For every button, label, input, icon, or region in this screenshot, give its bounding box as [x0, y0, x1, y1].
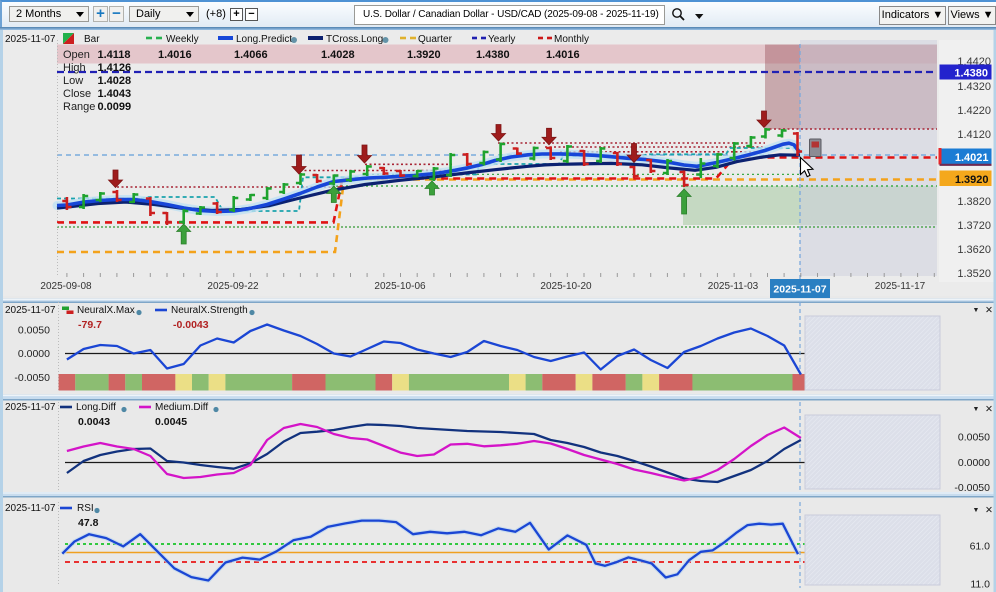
svg-text:2025-11-07: 2025-11-07	[5, 305, 56, 316]
svg-text:1.4016: 1.4016	[546, 49, 580, 61]
svg-text:NeuralX.Max: NeuralX.Max	[77, 305, 135, 316]
svg-text:0.0050: 0.0050	[958, 432, 990, 444]
svg-text:2025-11-07: 2025-11-07	[773, 284, 826, 296]
svg-text:0.0099: 0.0099	[98, 101, 132, 113]
svg-text:Close: Close	[63, 88, 91, 100]
svg-text:1.3820: 1.3820	[957, 196, 991, 208]
svg-text:2025-10-20: 2025-10-20	[540, 281, 592, 292]
svg-text:1.3620: 1.3620	[957, 244, 991, 256]
svg-text:Open: Open	[63, 49, 90, 61]
svg-text:Monthly: Monthly	[554, 34, 589, 45]
svg-text:2025-09-22: 2025-09-22	[207, 281, 259, 292]
svg-text:2025-11-07: 2025-11-07	[5, 34, 56, 45]
svg-text:TCross.Long: TCross.Long	[326, 34, 383, 45]
svg-text:1.3720: 1.3720	[957, 220, 991, 232]
svg-text:Bar: Bar	[84, 34, 100, 45]
svg-text:0.0000: 0.0000	[958, 457, 990, 469]
svg-text:11.0: 11.0	[970, 579, 990, 591]
svg-text:2025-11-07: 2025-11-07	[5, 503, 56, 514]
svg-text:0.0043: 0.0043	[78, 416, 110, 428]
svg-text:✕: ✕	[985, 305, 993, 316]
svg-text:Long.Diff: Long.Diff	[76, 402, 116, 413]
svg-text:-0.0050: -0.0050	[954, 482, 990, 494]
svg-text:Quarter: Quarter	[418, 34, 453, 45]
svg-text:▼: ▼	[973, 307, 980, 314]
svg-text:1.4021: 1.4021	[955, 152, 989, 164]
svg-text:1.4028: 1.4028	[98, 75, 132, 87]
svg-text:Weekly: Weekly	[166, 34, 199, 45]
svg-text:2025-11-07: 2025-11-07	[5, 402, 56, 413]
svg-text:1.4016: 1.4016	[158, 49, 192, 61]
svg-text:2025-10-06: 2025-10-06	[374, 281, 426, 292]
svg-text:Low: Low	[63, 75, 83, 87]
svg-text:1.4120: 1.4120	[957, 129, 991, 141]
svg-text:2025-09-08: 2025-09-08	[40, 281, 92, 292]
svg-text:-0.0043: -0.0043	[173, 319, 209, 331]
svg-text:✕: ✕	[985, 505, 993, 516]
svg-text:Long.Predict: Long.Predict	[236, 34, 292, 45]
svg-text:1.4043: 1.4043	[98, 88, 132, 100]
svg-text:2025-11-17: 2025-11-17	[875, 281, 926, 292]
svg-text:1.4028: 1.4028	[321, 49, 355, 61]
svg-text:RSI: RSI	[77, 503, 94, 514]
svg-text:-0.0050: -0.0050	[14, 372, 50, 384]
svg-text:✕: ✕	[985, 404, 993, 415]
svg-text:1.4220: 1.4220	[957, 105, 991, 117]
svg-text:1.3520: 1.3520	[957, 268, 991, 280]
svg-text:High: High	[63, 62, 86, 74]
svg-text:1.3920: 1.3920	[407, 49, 441, 61]
svg-text:47.8: 47.8	[78, 517, 99, 529]
svg-text:1.4380: 1.4380	[954, 68, 988, 80]
svg-text:2025-11-03: 2025-11-03	[708, 281, 759, 292]
svg-text:1.4320: 1.4320	[957, 81, 991, 93]
svg-text:1.4380: 1.4380	[476, 49, 510, 61]
svg-text:1.4118: 1.4118	[98, 49, 131, 61]
svg-text:Range: Range	[63, 101, 95, 113]
svg-text:61.0: 61.0	[970, 541, 991, 553]
svg-text:0.0050: 0.0050	[18, 325, 50, 337]
svg-text:Medium.Diff: Medium.Diff	[155, 402, 208, 413]
svg-text:-79.7: -79.7	[78, 319, 102, 331]
svg-text:1.4066: 1.4066	[234, 49, 268, 61]
svg-text:▼: ▼	[973, 507, 980, 514]
svg-text:0.0000: 0.0000	[18, 348, 50, 360]
svg-text:NeuralX.Strength: NeuralX.Strength	[171, 305, 248, 316]
svg-text:▼: ▼	[973, 406, 980, 413]
svg-text:Yearly: Yearly	[488, 34, 515, 45]
svg-text:1.4126: 1.4126	[98, 62, 132, 74]
svg-text:1.3920: 1.3920	[955, 174, 989, 186]
svg-text:0.0045: 0.0045	[155, 416, 187, 428]
